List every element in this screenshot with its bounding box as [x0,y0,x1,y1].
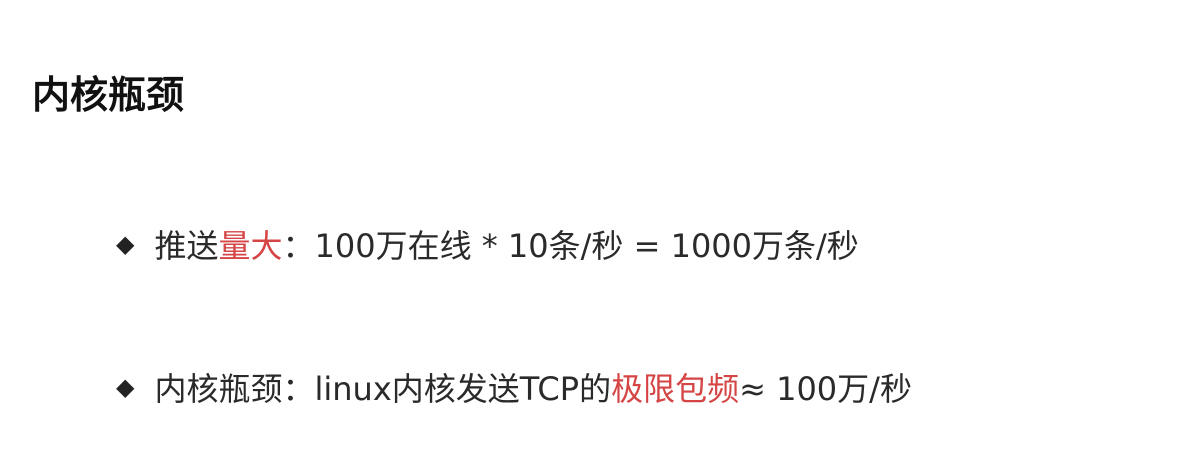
slide-page: ▬▬▬▬▬ ▬ ▬▬ 内核瓶颈 ◆ 推送量大：100万在线 * 10条/秒 = … [0,0,1179,469]
bullet-text-prefix: 内核瓶颈：linux内核发送TCP的 [154,370,612,408]
diamond-bullet-icon: ◆ [116,230,135,258]
bullet-text-suffix: ：100万在线 * 10条/秒 = 1000万条/秒 [282,227,859,265]
bullet-item-push-volume: ◆ 推送 量大 ：100万在线 * 10条/秒 = 1000万条/秒 [116,221,859,267]
bullet-text-highlight: 量大 [218,227,283,265]
bullet-item-kernel-bottleneck: ◆ 内核瓶颈：linux内核发送TCP的 极限包频 ≈ 100万/秒 [116,364,912,410]
section-heading: 内核瓶颈 [32,73,185,117]
clipped-title-remnant: ▬▬▬▬▬ ▬ ▬▬ [460,0,821,10]
bullet-text-suffix: ≈ 100万/秒 [739,370,912,408]
bullet-text-prefix: 推送 [154,227,219,265]
diamond-bullet-icon: ◆ [116,373,135,401]
bullet-text-highlight: 极限包频 [611,370,740,408]
